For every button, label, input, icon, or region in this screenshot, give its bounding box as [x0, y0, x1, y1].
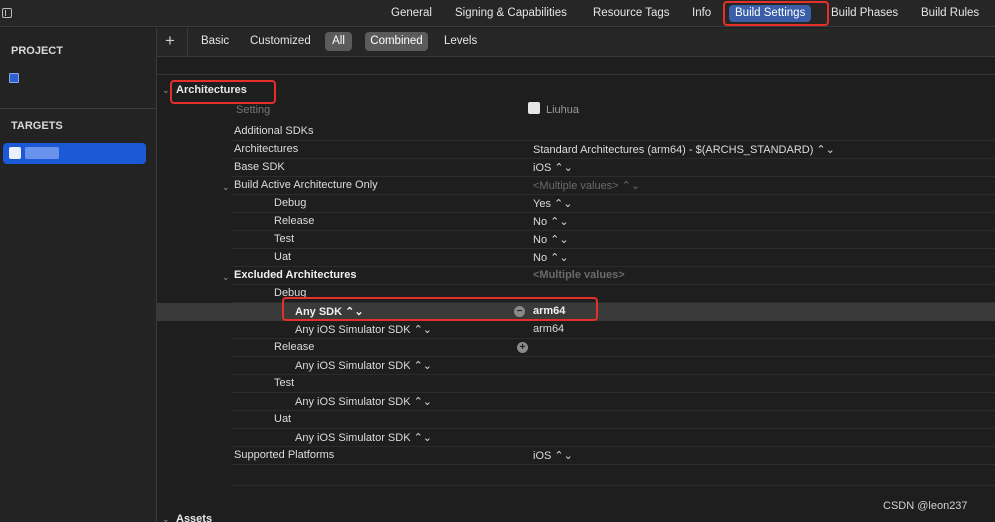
tab-build-settings[interactable]: Build Settings [729, 5, 812, 22]
project-navigator: PROJECT TARGETS [0, 28, 157, 522]
sdk-condition-label[interactable]: Any iOS Simulator SDK ⌃⌄ [295, 431, 432, 444]
setting-value[interactable]: arm64 [533, 305, 565, 317]
project-header: PROJECT [11, 45, 63, 57]
editor-tab-bar: General Signing & Capabilities Resource … [0, 0, 995, 27]
setting-value[interactable]: iOS ⌃⌄ [533, 161, 573, 174]
row-excluded-release[interactable]: Release + [232, 339, 995, 357]
sdk-condition-label[interactable]: Any iOS Simulator SDK ⌃⌄ [295, 395, 432, 408]
target-column-icon [528, 102, 540, 114]
row-release[interactable]: Release No ⌃⌄ [232, 213, 995, 231]
setting-value[interactable]: No ⌃⌄ [533, 215, 569, 228]
tab-build-rules[interactable]: Build Rules [921, 5, 979, 22]
config-label: Test [274, 233, 295, 245]
setting-value[interactable]: Standard Architectures (arm64) - $(ARCHS… [533, 143, 835, 156]
setting-value[interactable]: <Multiple values> ⌃⌄ [533, 179, 640, 192]
config-label: Debug [274, 197, 307, 209]
row-build-active-arch[interactable]: Build Active Architecture Only <Multiple… [232, 177, 995, 195]
row-excluded-architectures[interactable]: Excluded Architectures <Multiple values> [232, 267, 995, 285]
build-settings-table: ⌄ Architectures Setting Liuhua Additiona… [157, 58, 995, 522]
add-setting-button[interactable]: + [165, 31, 175, 51]
row-test[interactable]: Test No ⌃⌄ [232, 231, 995, 249]
app-target-icon [9, 147, 21, 159]
column-target-name: Liuhua [546, 104, 580, 116]
target-item-selected[interactable] [3, 143, 146, 164]
filter-basic[interactable]: Basic [197, 32, 233, 51]
section-assets[interactable]: Assets [176, 513, 212, 522]
table-bottom-divider [232, 485, 995, 486]
setting-value[interactable]: No ⌃⌄ [533, 251, 569, 264]
navigator-toggle-icon[interactable] [2, 8, 12, 18]
watermark-text: CSDN @leon237 [883, 500, 968, 512]
chevron-down-icon[interactable]: ⌄ [222, 272, 230, 283]
row-additional-sdks[interactable]: Additional SDKs [232, 123, 995, 141]
config-label: Uat [274, 413, 292, 425]
setting-label: Architectures [234, 143, 299, 155]
row-sim-release[interactable]: Any iOS Simulator SDK ⌃⌄ [232, 357, 995, 375]
row-excluded-test[interactable]: Test [232, 375, 995, 393]
setting-label: Base SDK [234, 161, 285, 173]
row-any-sdk-selected[interactable]: Any SDK ⌃⌄ − arm64 [157, 303, 995, 321]
row-excluded-uat[interactable]: Uat [232, 411, 995, 429]
add-condition-icon[interactable]: + [517, 342, 528, 353]
tab-signing-capabilities[interactable]: Signing & Capabilities [455, 5, 567, 22]
remove-condition-icon[interactable]: − [514, 306, 525, 317]
tab-resource-tags[interactable]: Resource Tags [593, 5, 670, 22]
row-debug[interactable]: Debug Yes ⌃⌄ [232, 195, 995, 213]
view-combined[interactable]: Combined [365, 32, 428, 51]
setting-value[interactable]: iOS ⌃⌄ [533, 449, 573, 462]
chevron-down-icon[interactable]: ⌄ [162, 85, 170, 96]
setting-value[interactable]: arm64 [533, 323, 564, 335]
setting-value[interactable]: Yes ⌃⌄ [533, 197, 572, 210]
config-label: Uat [274, 251, 292, 263]
filter-divider [187, 28, 188, 57]
section-divider [157, 74, 995, 75]
sdk-condition-label[interactable]: Any SDK ⌃⌄ [295, 305, 364, 318]
tab-build-phases[interactable]: Build Phases [831, 5, 898, 22]
config-label: Test [274, 377, 295, 389]
row-base-sdk[interactable]: Base SDK iOS ⌃⌄ [232, 159, 995, 177]
row-uat[interactable]: Uat No ⌃⌄ [232, 249, 995, 267]
row-sim-debug[interactable]: Any iOS Simulator SDK ⌃⌄ arm64 [232, 321, 995, 339]
chevron-down-icon[interactable]: ⌄ [222, 182, 230, 193]
config-label: Release [274, 341, 315, 353]
setting-value[interactable]: No ⌃⌄ [533, 233, 569, 246]
row-excluded-debug[interactable]: Debug [232, 285, 995, 303]
redacted-target-name [25, 147, 59, 159]
project-icon[interactable] [9, 73, 19, 83]
chevron-down-icon[interactable]: ⌄ [162, 514, 170, 522]
config-label: Debug [274, 287, 307, 299]
tab-general[interactable]: General [391, 5, 432, 22]
filter-all[interactable]: All [325, 32, 352, 51]
tab-info[interactable]: Info [692, 5, 711, 22]
row-sim-test[interactable]: Any iOS Simulator SDK ⌃⌄ [232, 393, 995, 411]
setting-value[interactable]: <Multiple values> [533, 269, 625, 281]
setting-label: Supported Platforms [234, 449, 335, 461]
row-sim-uat[interactable]: Any iOS Simulator SDK ⌃⌄ [232, 429, 995, 447]
setting-label: Build Active Architecture Only [234, 179, 378, 191]
sidebar-divider [0, 108, 156, 109]
setting-label: Additional SDKs [234, 125, 314, 137]
config-label: Release [274, 215, 315, 227]
row-architectures[interactable]: Architectures Standard Architectures (ar… [232, 141, 995, 159]
filter-customized[interactable]: Customized [246, 32, 315, 51]
targets-header: TARGETS [11, 120, 63, 132]
sdk-condition-label[interactable]: Any iOS Simulator SDK ⌃⌄ [295, 323, 432, 336]
sdk-condition-label[interactable]: Any iOS Simulator SDK ⌃⌄ [295, 359, 432, 372]
section-architectures[interactable]: Architectures [176, 84, 247, 96]
row-supported-platforms[interactable]: Supported Platforms iOS ⌃⌄ [232, 447, 995, 465]
settings-filter-bar: + Basic Customized All Combined Levels [157, 28, 995, 57]
view-levels[interactable]: Levels [440, 32, 481, 51]
setting-label: Excluded Architectures [234, 269, 357, 281]
column-setting: Setting [236, 104, 271, 116]
